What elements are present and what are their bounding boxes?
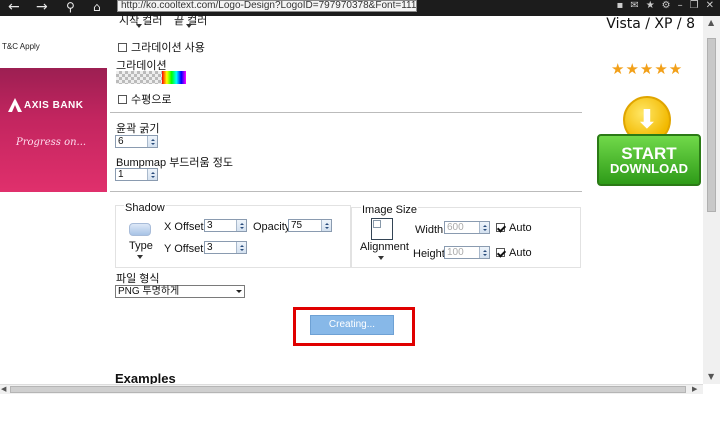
divider [110,112,582,113]
back-icon[interactable]: ← [8,0,20,16]
gradient-color-strip[interactable] [162,71,186,84]
use-gradient-option[interactable]: 그라데이션 사용 [118,40,205,54]
bumpmap-value[interactable]: 1 [116,169,147,180]
forward-icon[interactable]: → [36,0,48,16]
outline-width-value[interactable]: 6 [116,136,147,147]
spinner-buttons[interactable] [479,222,489,233]
opacity-spinner[interactable]: 75 [288,219,332,232]
shadow-type-swatch[interactable] [129,223,151,236]
width-auto-label: Auto [509,222,532,234]
file-format-label: 파일 형식 [116,273,160,285]
use-gradient-checkbox[interactable] [118,42,127,52]
download-line2: DOWNLOAD [610,161,688,176]
shadow-title: Shadow [124,202,166,214]
opacity-label: Opacity [253,221,291,233]
horizontal-scroll-thumb[interactable] [10,386,686,393]
alignment-label: Alignment [360,241,409,253]
file-format-select[interactable]: PNG 투명하게 [115,285,245,298]
scroll-left-icon[interactable]: ◀ [1,385,6,393]
start-color-dropdown-icon[interactable] [136,24,142,28]
tc-apply-text: T&C Apply [2,42,40,51]
x-offset-label: X Offset [164,221,204,233]
height-label: Height [413,248,445,260]
height-auto-label: Auto [509,247,532,259]
bank-name: AXIS BANK [24,100,84,111]
settings-icon[interactable]: ⚙ [662,0,671,14]
blank-area [0,394,720,421]
opacity-value[interactable]: 75 [289,220,321,231]
scroll-up-icon[interactable]: ▲ [708,18,714,27]
rating-stars-icon: ★★★★★ [611,60,684,78]
outline-width-spinner[interactable]: 6 [115,135,158,148]
mail-icon[interactable]: ✉ [630,0,638,14]
vertical-scroll-thumb[interactable] [707,38,716,212]
image-size-title: Image Size [361,204,419,216]
image-size-group: Image Size Alignment Width 600 Auto Heig… [351,204,581,268]
spinner-buttons[interactable] [479,247,489,258]
horizontal-label: 수평으로 [131,94,172,106]
search-icon[interactable]: ⚲ [66,0,75,16]
ad-tagline: Progress on... [16,137,87,148]
end-color-dropdown-icon[interactable] [186,24,192,28]
creating-button[interactable]: Creating... [310,315,394,335]
spinner-buttons[interactable] [236,242,246,253]
width-label: Width [415,224,444,236]
width-value[interactable]: 600 [445,222,479,233]
address-bar[interactable]: http://ko.cooltext.com/Logo-Design?LogoI… [117,0,417,12]
file-format-value: PNG 투명하게 [118,286,180,297]
horizontal-option[interactable]: 수평으로 [118,92,171,106]
start-download-button[interactable]: START DOWNLOAD [597,134,701,186]
y-offset-value[interactable]: 3 [205,242,236,253]
axis-bank-ad[interactable]: T&C Apply AXIS BANK Progress on... [0,16,107,192]
width-spinner[interactable]: 600 [444,221,490,234]
restore-icon[interactable]: ❐ [690,0,699,14]
spinner-buttons[interactable] [147,136,157,147]
shadow-group: Shadow Type X Offset 3 Opacity 75 Y Offs… [115,202,351,268]
x-offset-value[interactable]: 3 [205,220,236,231]
outline-width-label: 윤곽 굵기 [116,123,160,135]
scroll-down-icon[interactable]: ▼ [708,372,714,381]
close-icon[interactable]: ✕ [706,0,714,14]
spinner-buttons[interactable] [236,220,246,231]
axis-logo-icon [8,98,22,112]
minimize-icon[interactable]: – [678,0,683,14]
window-controls: ▪ ✉ ★ ⚙ – ❐ ✕ [617,0,714,14]
alignment-selector[interactable] [371,218,393,240]
y-offset-spinner[interactable]: 3 [204,241,247,254]
scroll-right-icon[interactable]: ▶ [692,385,697,393]
download-line1: START [621,144,677,163]
width-auto-checkbox[interactable] [496,223,505,232]
height-auto-checkbox[interactable] [496,248,505,257]
bumpmap-spinner[interactable]: 1 [115,168,158,181]
spinner-buttons[interactable] [321,220,331,231]
shadow-type-dropdown-icon[interactable] [137,255,143,259]
horizontal-checkbox[interactable] [118,94,127,104]
alignment-dropdown-icon[interactable] [378,256,384,260]
logo-options-form: 시작 컬러 끝 컬러 그라데이션 사용 그라데이션 수평으로 윤곽 굵기 6 B… [107,15,593,386]
browser-toolbar: ← → ⚲ ⌂ http://ko.cooltext.com/Logo-Desi… [0,0,720,16]
divider [110,191,582,192]
horizontal-scrollbar[interactable]: ◀ ▶ [0,384,703,394]
ad-banner: AXIS BANK Progress on... [0,68,107,192]
x-offset-spinner[interactable]: 3 [204,219,247,232]
download-ad[interactable]: Vista / XP / 8 ★★★★★ ⬇ START DOWNLOAD [593,16,703,196]
vertical-scrollbar[interactable]: ▲ ▼ [703,16,720,384]
os-compat-text: Vista / XP / 8 [606,16,695,32]
star-icon[interactable]: ★ [646,0,655,14]
browser-window: ← → ⚲ ⌂ http://ko.cooltext.com/Logo-Desi… [0,0,720,421]
chevron-down-icon[interactable] [236,290,242,293]
spinner-buttons[interactable] [147,169,157,180]
y-offset-label: Y Offset [164,243,204,255]
height-value[interactable]: 100 [445,247,479,258]
home-icon[interactable]: ⌂ [93,0,101,16]
height-spinner[interactable]: 100 [444,246,490,259]
shadow-type-label: Type [129,240,153,252]
use-gradient-label: 그라데이션 사용 [131,42,205,54]
pin-icon[interactable]: ▪ [617,0,624,14]
